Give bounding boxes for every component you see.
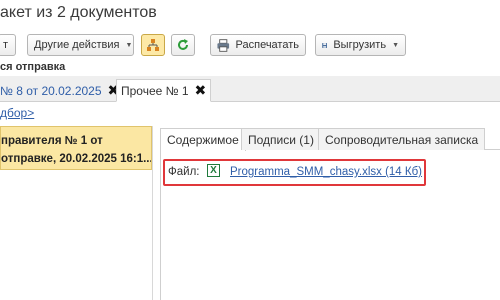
selection-link[interactable]: дбор>	[0, 106, 34, 120]
file-label: Файл:	[168, 166, 200, 178]
tab-contents[interactable]: Содержимое	[160, 128, 246, 151]
tab-cover-note-label: Сопроводительная записка	[325, 132, 479, 147]
list-item-line2: отправке, 20.02.2025 16:1...	[1, 153, 152, 165]
tab-label: № 8 от 20.02.2025	[0, 83, 102, 98]
section-label: ся отправка	[0, 61, 66, 73]
window-title: акет из 2 документов	[0, 4, 157, 21]
tab-signatures[interactable]: Подписи (1)	[241, 128, 321, 150]
toolbar: т Другие действия ▼ Распечатать Выгрузит…	[0, 34, 500, 56]
other-actions-button[interactable]: Другие действия ▼	[27, 34, 134, 56]
tab-cover-note[interactable]: Сопроводительная записка	[318, 128, 486, 150]
save-disk-icon	[322, 42, 328, 48]
print-label: Распечатать	[235, 39, 299, 51]
list-item[interactable]: правителя № 1 от отправке, 20.02.2025 16…	[0, 126, 152, 170]
tab-contents-label: Содержимое	[167, 133, 239, 147]
tab-document-8[interactable]: № 8 от 20.02.2025 ✖	[0, 79, 119, 102]
refresh-button[interactable]	[171, 34, 195, 56]
document-list: правителя № 1 от отправке, 20.02.2025 16…	[0, 126, 153, 300]
list-item-line1: правителя № 1 от	[1, 135, 103, 147]
other-actions-label: Другие действия	[34, 39, 120, 51]
printer-icon	[217, 38, 230, 52]
chevron-down-icon: ▼	[125, 41, 133, 49]
refresh-icon	[178, 39, 188, 50]
close-icon[interactable]: ✖	[195, 82, 207, 99]
detail-tabs: Содержимое Подписи (1) Сопроводительная …	[160, 128, 500, 151]
tab-signatures-label: Подписи (1)	[248, 132, 314, 147]
export-button[interactable]: Выгрузить ▼	[315, 34, 406, 56]
export-label: Выгрузить	[333, 39, 387, 51]
partial-button[interactable]: т	[0, 34, 16, 56]
hierarchy-icon	[147, 39, 159, 51]
chevron-down-icon: ▼	[392, 41, 399, 49]
document-tab-bar: № 8 от 20.02.2025 ✖ Прочее № 1 ✖	[0, 76, 500, 102]
file-link[interactable]: Programma_SMM_chasy.xlsx (14 Кб)	[230, 166, 422, 178]
print-button[interactable]: Распечатать	[210, 34, 306, 56]
tab-label: Прочее № 1	[121, 83, 189, 98]
excel-file-icon: X	[207, 164, 220, 177]
hierarchy-toggle-button[interactable]	[141, 34, 165, 56]
partial-button-label: т	[3, 39, 9, 51]
tab-other-1[interactable]: Прочее № 1 ✖	[116, 79, 212, 102]
